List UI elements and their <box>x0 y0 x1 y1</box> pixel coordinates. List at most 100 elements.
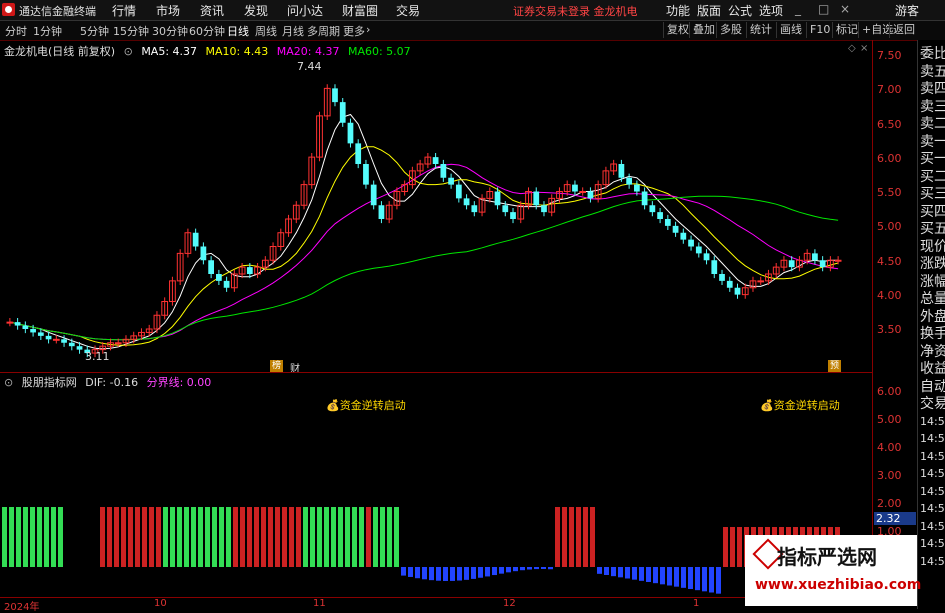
indicator-tick: 3.00 <box>877 469 902 482</box>
period-15min[interactable]: 15分钟 <box>113 23 149 39</box>
rank-badge[interactable]: 榜 <box>270 360 283 372</box>
period-multi[interactable]: 多周期 <box>307 23 340 39</box>
draw-line-button[interactable]: 画线 <box>776 22 802 38</box>
period-5min[interactable]: 5分钟 <box>80 23 109 39</box>
indicator-bar <box>226 507 231 567</box>
maximize-icon[interactable]: □ <box>818 2 829 16</box>
overlay-button[interactable]: 叠加 <box>689 22 715 38</box>
indicator-bar <box>296 507 301 567</box>
indicator-bar <box>695 567 700 591</box>
watermark-title: 指标严选网 <box>777 545 877 569</box>
quote-panel-label: 总量 <box>920 291 945 307</box>
candle-body <box>579 191 587 193</box>
indicator-bar <box>450 567 455 581</box>
period-30min[interactable]: 30分钟 <box>152 23 188 39</box>
indicator-bar <box>653 567 658 584</box>
indicator-tick: 6.00 <box>877 385 902 398</box>
price-tick: 6.00 <box>877 152 902 165</box>
period-1min[interactable]: 1分钟 <box>33 23 62 39</box>
quote-panel-label: 交易 <box>920 396 945 412</box>
more-chevron-icon[interactable]: › <box>366 23 370 36</box>
indicator-bar <box>625 567 630 579</box>
menu-news[interactable]: 资讯 <box>200 2 224 19</box>
period-60min[interactable]: 60分钟 <box>189 23 225 39</box>
quote-panel-label: 14:56 <box>920 414 945 428</box>
date-tick: 2024年 <box>4 602 40 613</box>
indicator-bar <box>394 507 399 567</box>
candle-body <box>688 239 694 247</box>
quote-panel-label: 14:56 <box>920 537 945 550</box>
candle-body <box>192 232 199 247</box>
indicator-bar <box>303 507 308 567</box>
indicator-bar <box>478 567 483 578</box>
period-monthly[interactable]: 月线 <box>282 23 304 39</box>
menu-ask[interactable]: 问小达 <box>287 2 323 19</box>
candle-body <box>657 212 663 219</box>
indicator-bar <box>373 507 378 567</box>
minimize-icon[interactable]: _ <box>795 2 801 16</box>
back-button[interactable]: 返回 <box>889 22 915 38</box>
indicator-bar <box>632 567 637 580</box>
quote-panel-label: 涨跌 <box>920 256 945 272</box>
statistics-button[interactable]: 统计 <box>746 22 772 38</box>
candle-body <box>246 267 253 274</box>
indicator-bar <box>597 567 602 574</box>
indicator-cursor-value: 2.32 <box>874 512 916 525</box>
candle-body <box>834 259 842 262</box>
indicator-bar <box>163 507 168 567</box>
quote-panel-label: 14:56 <box>920 554 945 568</box>
candle-body <box>541 205 547 213</box>
quote-panel-label: 14:56 <box>920 502 945 515</box>
adjust-button[interactable]: 复权 <box>663 22 689 38</box>
candle-body <box>726 280 733 288</box>
menu-layout[interactable]: 版面 <box>697 2 721 19</box>
period-daily[interactable]: 日线 <box>227 23 249 39</box>
menu-trade[interactable]: 交易 <box>396 2 420 19</box>
guest-label[interactable]: 游客 <box>895 2 919 19</box>
menu-market[interactable]: 市场 <box>156 2 180 19</box>
candle-body <box>448 177 454 185</box>
ma10-line <box>9 146 839 346</box>
candle-body <box>114 342 122 345</box>
indicator-bar <box>51 507 56 567</box>
indicator-bar <box>142 507 147 567</box>
menu-function[interactable]: 功能 <box>666 2 690 19</box>
menu-community[interactable]: 财富圈 <box>342 2 378 19</box>
indicator-bar <box>548 567 553 570</box>
indicator-bar <box>422 567 427 580</box>
close-icon[interactable]: × <box>840 2 850 16</box>
indicator-bar <box>128 507 133 567</box>
quote-panel-label: 买二 <box>920 168 945 185</box>
period-more[interactable]: 更多 <box>343 23 365 39</box>
quote-panel-label: 卖三 <box>920 98 945 115</box>
menu-quotes[interactable]: 行情 <box>112 2 136 19</box>
candle-body <box>672 225 679 233</box>
candlestick-chart <box>6 84 842 358</box>
f10-button[interactable]: F10 <box>806 22 830 38</box>
period-weekly[interactable]: 周线 <box>255 23 277 39</box>
period-intraday[interactable]: 分时 <box>5 23 27 39</box>
indicator-bar <box>520 567 525 571</box>
candle-body <box>494 191 501 206</box>
add-watchlist-button[interactable]: +自选 <box>858 22 893 38</box>
indicator-bar <box>674 567 679 587</box>
menu-discover[interactable]: 发现 <box>244 2 268 19</box>
indicator-bar <box>107 507 112 567</box>
multi-stock-button[interactable]: 多股 <box>716 22 742 38</box>
ma5-line <box>9 113 839 350</box>
menu-options[interactable]: 选项 <box>759 2 783 19</box>
indicator-bar <box>233 507 238 567</box>
indicator-bar <box>58 507 63 567</box>
candle-body <box>200 246 207 261</box>
menu-formula[interactable]: 公式 <box>728 2 752 19</box>
indicator-bar <box>9 507 14 567</box>
indicator-bar <box>16 507 21 567</box>
quote-panel-label: 买三 <box>920 186 945 202</box>
indicator-bar <box>149 507 154 567</box>
quote-panel-label: 14:56 <box>920 467 945 480</box>
indicator-bar <box>436 567 441 581</box>
indicator-bar <box>338 507 343 567</box>
forecast-badge[interactable]: 预 <box>828 360 841 372</box>
mark-button[interactable]: 标记 <box>832 22 858 38</box>
candle-body <box>216 274 222 281</box>
